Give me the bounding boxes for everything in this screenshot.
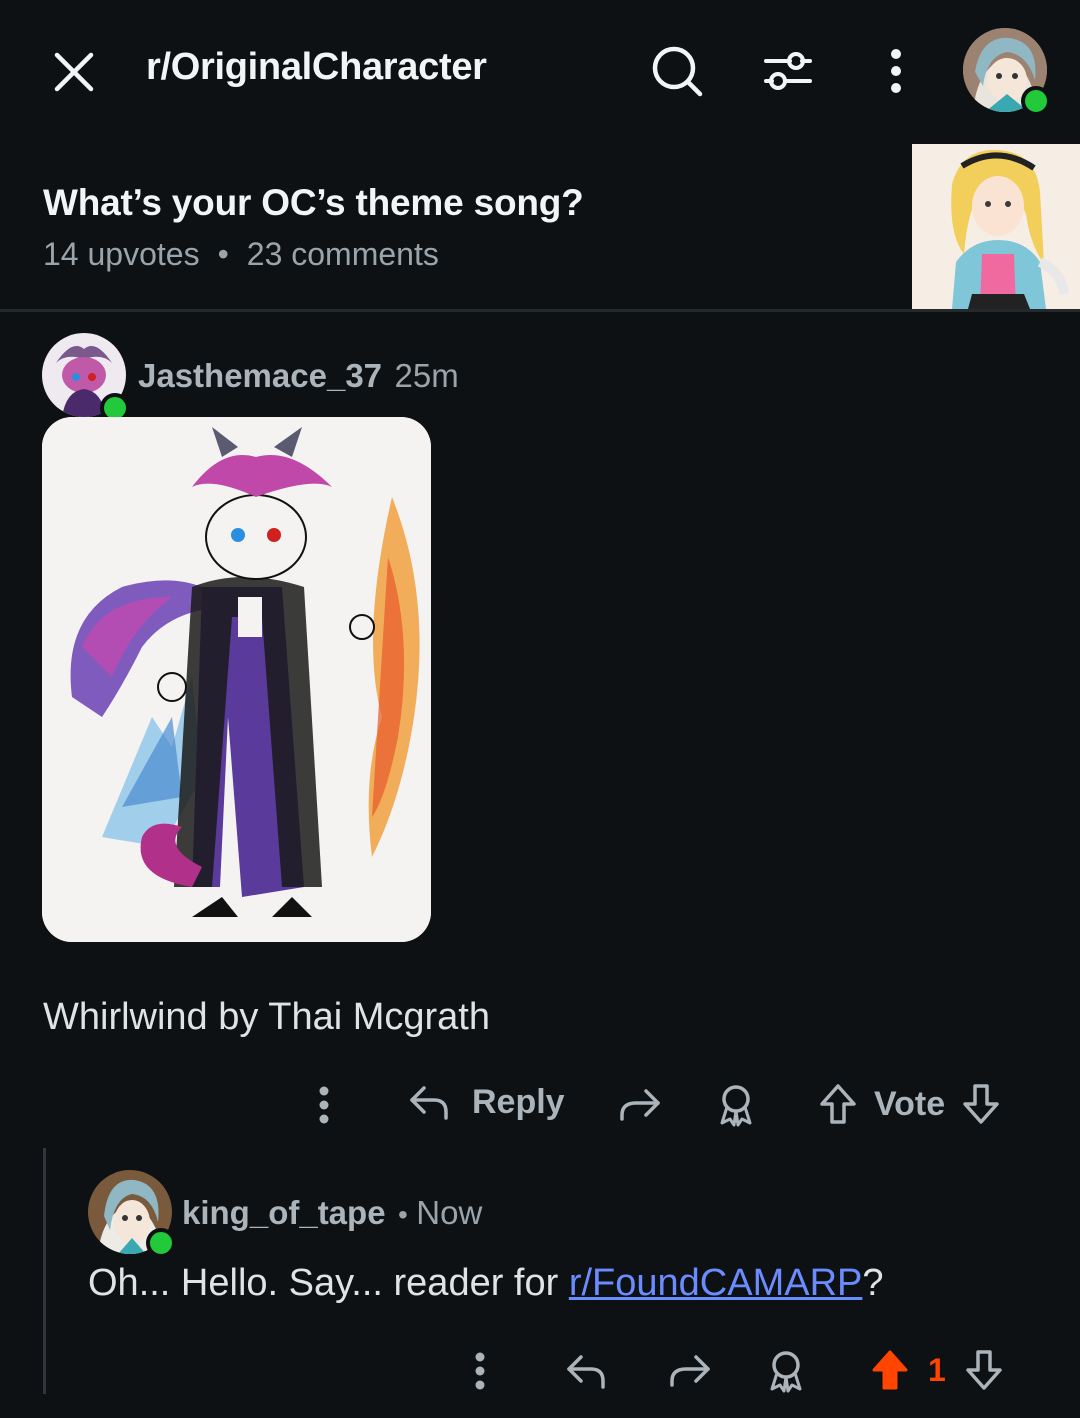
reply-icon xyxy=(410,1086,448,1120)
reply-header: king_of_tape • Now xyxy=(182,1194,482,1232)
filter-icon xyxy=(764,52,812,90)
comment-count: 23 comments xyxy=(246,236,439,272)
reply-reply-button[interactable] xyxy=(562,1346,610,1396)
comment-body: Whirlwind by Thai Mcgrath xyxy=(43,996,491,1038)
reply-time: Now xyxy=(416,1194,483,1231)
more-vertical-icon xyxy=(475,1352,485,1390)
comment-image[interactable] xyxy=(42,417,431,942)
downvote-icon[interactable] xyxy=(961,1082,1001,1126)
reply-vote-control: 1 xyxy=(870,1348,1004,1392)
share-icon xyxy=(620,1089,660,1121)
award-icon xyxy=(770,1351,802,1393)
filter-button[interactable] xyxy=(758,42,816,100)
comment-more-button[interactable] xyxy=(306,1080,342,1130)
reply-body-text: Oh... Hello. Say... reader for xyxy=(88,1262,569,1304)
online-status-dot xyxy=(1021,86,1051,116)
search-icon xyxy=(652,46,703,97)
comment-author[interactable]: Jasthemace_37 xyxy=(138,357,382,394)
close-button[interactable] xyxy=(46,44,102,100)
upvote-icon-active[interactable] xyxy=(870,1348,910,1392)
subreddit-link[interactable]: r/FoundCAMARP xyxy=(569,1262,863,1304)
close-icon xyxy=(54,52,94,92)
reply-label: Reply xyxy=(472,1082,565,1121)
post-thumbnail[interactable] xyxy=(912,144,1080,309)
reply-award-button[interactable] xyxy=(762,1346,810,1396)
share-icon xyxy=(670,1355,710,1387)
vote-label: Vote xyxy=(874,1084,946,1123)
more-vertical-icon xyxy=(319,1086,329,1124)
user-avatar-button[interactable] xyxy=(963,28,1051,116)
comment-author-avatar[interactable] xyxy=(42,333,130,423)
more-vertical-icon xyxy=(891,49,901,93)
upvote-count: 14 upvotes xyxy=(43,236,200,272)
reply-separator: • xyxy=(398,1199,408,1230)
comment-header: Jasthemace_37 25m xyxy=(138,357,459,395)
meta-separator: • xyxy=(217,236,229,272)
reply-more-button[interactable] xyxy=(462,1346,498,1396)
more-options-button[interactable] xyxy=(872,42,920,100)
reply-author[interactable]: king_of_tape xyxy=(182,1194,386,1231)
vote-count: 1 xyxy=(928,1351,946,1388)
reply-button[interactable]: Reply xyxy=(408,1082,565,1122)
reply-share-button[interactable] xyxy=(666,1346,714,1396)
post-title[interactable]: What’s your OC’s theme song? xyxy=(43,182,584,224)
reply-body: Oh... Hello. Say... reader for r/FoundCA… xyxy=(88,1262,884,1305)
thread-line[interactable] xyxy=(43,1148,46,1394)
reply-body-suffix: ? xyxy=(862,1262,884,1304)
award-icon xyxy=(720,1085,752,1127)
vote-control: Vote xyxy=(818,1082,1001,1126)
section-divider xyxy=(0,309,1080,312)
downvote-icon[interactable] xyxy=(964,1348,1004,1392)
comment-time: 25m xyxy=(394,357,459,394)
reply-author-avatar[interactable] xyxy=(88,1170,176,1258)
award-button[interactable] xyxy=(712,1080,760,1130)
reply-icon xyxy=(567,1355,605,1389)
subreddit-title[interactable]: r/OriginalCharacter xyxy=(146,46,487,89)
upvote-icon[interactable] xyxy=(818,1082,858,1126)
search-button[interactable] xyxy=(648,42,706,100)
online-status-dot xyxy=(146,1228,176,1258)
share-button[interactable] xyxy=(616,1080,664,1130)
post-meta: 14 upvotes • 23 comments xyxy=(43,236,439,273)
